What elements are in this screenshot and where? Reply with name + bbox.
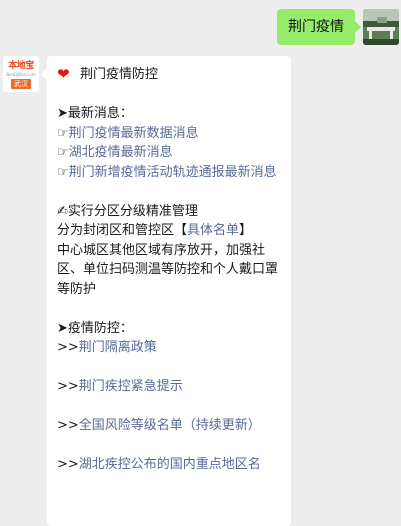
control-item: >>荆门隔离政策 — [57, 338, 281, 358]
zoning-intro: 分为封闭区和管控区 — [57, 223, 175, 238]
latest-news-heading-row: ➤最新消息： — [57, 104, 281, 124]
zone-list-link[interactable]: 具体名单 — [187, 223, 239, 238]
control-link[interactable]: 湖北疾控公布的国内重点地区名 — [79, 457, 261, 472]
zoning-body: 中心城区其他区域有序放开，加强社区、单位扫码测温等防控和个人戴口罩等防护 — [57, 242, 279, 297]
pointing-hand-icon: ☞ — [57, 164, 69, 180]
zoning-heading-row: ✍实行分区分级精准管理 — [57, 202, 281, 222]
user-avatar-image — [363, 9, 399, 45]
latest-news-link[interactable]: 湖北疫情最新消息 — [69, 145, 173, 160]
control-link[interactable]: 荆门疾控紧急提示 — [79, 379, 183, 394]
latest-news-item: ☞荆门新增疫情活动轨迹通报最新消息 — [57, 163, 281, 183]
control-heading: 疫情防控： — [67, 320, 133, 336]
control-link[interactable]: 荆门隔离政策 — [79, 340, 157, 355]
latest-news-link[interactable]: 荆门新增疫情活动轨迹通报最新消息 — [69, 165, 277, 180]
bot-avatar[interactable]: 本地宝 BenDiBao.com 武汉 — [3, 56, 39, 92]
chat-view: 荆门疫情 本地宝 BenDiBao.com 武汉 ❤ 荆门疫情防控 ➤最新消息： — [0, 0, 401, 526]
bot-avatar-domain: BenDiBao.com — [6, 72, 36, 77]
bracket-close: 】 — [239, 223, 253, 238]
control-link[interactable]: 全国风险等级名单（持续更新） — [79, 418, 261, 433]
reply-title-row: ❤ 荆门疫情防控 — [57, 65, 281, 85]
link-prefix: >> — [57, 418, 79, 433]
control-item: >>全国风险等级名单（持续更新） — [57, 416, 281, 436]
outgoing-message-bubble[interactable]: 荆门疫情 — [277, 9, 361, 45]
bot-avatar-city-badge: 武汉 — [11, 79, 31, 89]
writing-hand-icon: ✍ — [57, 203, 68, 219]
latest-news-link[interactable]: 荆门疫情最新数据消息 — [69, 126, 199, 141]
latest-news-item: ☞湖北疫情最新消息 — [57, 143, 281, 163]
outgoing-message-text: 荆门疫情 — [288, 19, 344, 35]
link-prefix: >> — [57, 379, 79, 394]
pointing-hand-icon: ☞ — [57, 125, 69, 141]
user-avatar[interactable] — [363, 9, 399, 45]
latest-news-item: ☞荆门疫情最新数据消息 — [57, 124, 281, 144]
pointing-hand-icon: ☞ — [57, 145, 69, 160]
control-item: >>湖北疾控公布的国内重点地区名 — [57, 455, 281, 475]
link-prefix: >> — [57, 457, 79, 472]
control-item: >>荆门疾控紧急提示 — [57, 377, 281, 397]
latest-news-heading: 最新消息： — [67, 106, 133, 121]
incoming-message-bubble: ❤ 荆门疫情防控 ➤最新消息： ☞荆门疫情最新数据消息 ☞湖北疫情最新消息 ☞荆… — [41, 56, 291, 526]
zoning-intro-row: 分为封闭区和管控区【具体名单】 — [57, 221, 281, 241]
bot-avatar-brand: 本地宝 — [8, 61, 34, 71]
heart-icon: ❤ — [57, 65, 70, 83]
black-arrow-icon: ➤ — [57, 106, 68, 121]
link-prefix: >> — [57, 340, 79, 355]
reply-title: 荆门疫情防控 — [80, 67, 159, 82]
black-arrow-icon: ➤ — [57, 320, 68, 336]
bracket-open: 【 — [174, 223, 188, 238]
zoning-heading: 实行分区分级精准管理 — [67, 203, 198, 219]
control-heading-row: ➤疫情防控： — [57, 319, 281, 339]
